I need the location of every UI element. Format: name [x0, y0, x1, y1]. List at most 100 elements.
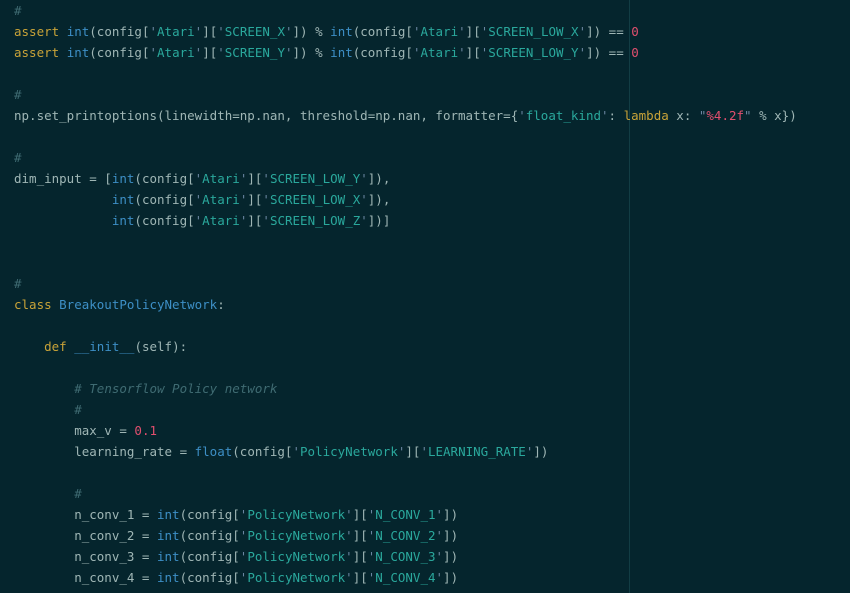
code-token: %4.2f — [706, 108, 745, 123]
code-token: assert — [14, 45, 67, 60]
code-token: learning_rate = — [14, 444, 195, 459]
code-token: ' — [345, 549, 353, 564]
code-line[interactable]: # — [14, 0, 22, 21]
code-token: ' — [345, 528, 353, 543]
code-token: ][ — [247, 213, 263, 228]
code-token: ' — [458, 24, 466, 39]
code-token: Atari — [157, 24, 195, 39]
code-line[interactable]: # Tensorflow Policy network — [14, 378, 277, 399]
code-token: n_conv_3 = — [14, 549, 157, 564]
code-line[interactable]: int(config['Atari']['SCREEN_LOW_X']), — [14, 189, 391, 210]
column-ruler — [629, 0, 630, 593]
code-token: ])] — [367, 213, 391, 228]
code-token: ][ — [465, 45, 481, 60]
code-token: (config[ — [232, 444, 293, 459]
code-token: ' — [345, 570, 353, 585]
code-editor[interactable]: # assert int(config['Atari']['SCREEN_X'])… — [0, 0, 850, 593]
code-token: ]) — [443, 549, 459, 564]
code-token: ' — [435, 507, 444, 522]
code-token: ' — [412, 24, 421, 39]
code-line[interactable]: class BreakoutPolicyNetwork: — [14, 294, 225, 315]
code-token: N_CONV_1 — [375, 507, 436, 522]
code-line[interactable]: n_conv_4 = int(config['PolicyNetwork']['… — [14, 567, 458, 588]
code-token: max_v = — [14, 423, 135, 438]
code-token: ]) == — [586, 24, 632, 39]
code-token: int — [111, 192, 135, 207]
code-token: int — [66, 45, 90, 60]
code-token: ][ — [247, 171, 263, 186]
code-token: # — [74, 402, 82, 417]
code-line[interactable]: n_conv_2 = int(config['PolicyNetwork']['… — [14, 525, 458, 546]
code-token: n_conv_4 = — [14, 570, 157, 585]
code-token: 0.1 — [134, 423, 157, 438]
code-token: n_conv_1 = — [14, 507, 157, 522]
code-token: ][ — [247, 192, 263, 207]
code-line[interactable]: # — [14, 399, 82, 420]
code-line[interactable]: max_v = 0.1 — [14, 420, 157, 441]
code-line[interactable]: dim_input = [int(config['Atari']['SCREEN… — [14, 168, 390, 189]
code-token: PolicyNetwork — [247, 549, 346, 564]
code-token: BreakoutPolicyNetwork — [59, 297, 218, 312]
code-line[interactable]: np.set_printoptions(linewidth=np.nan, th… — [14, 105, 797, 126]
code-token: ' — [601, 108, 609, 123]
code-token: np.set_printoptions(linewidth=np.nan, th… — [14, 108, 519, 123]
code-token: ][ — [202, 45, 218, 60]
code-token: dim_input = [ — [14, 171, 112, 186]
code-token: (config[ — [179, 549, 240, 564]
code-token: n_conv_2 = — [14, 528, 157, 543]
code-line[interactable]: # — [14, 483, 82, 504]
code-token: lambda — [623, 108, 669, 123]
code-token: ' — [435, 570, 444, 585]
code-line[interactable]: assert int(config['Atari']['SCREEN_X']) … — [14, 21, 639, 42]
code-line[interactable]: int(config['Atari']['SCREEN_LOW_Z'])] — [14, 210, 391, 231]
code-token: ' — [217, 45, 225, 60]
code-token: # — [14, 150, 22, 165]
code-token: int — [157, 528, 180, 543]
code-token: SCREEN_Y — [224, 45, 285, 60]
code-line[interactable]: n_conv_1 = int(config['PolicyNetwork']['… — [14, 504, 458, 525]
code-line[interactable]: # — [14, 273, 22, 294]
code-line[interactable]: # — [14, 147, 22, 168]
code-token: # — [14, 3, 22, 18]
code-line[interactable]: learning_rate = float(config['PolicyNetw… — [14, 441, 548, 462]
code-token: (config[ — [179, 528, 240, 543]
code-token: ][ — [352, 570, 368, 585]
code-token: ' — [518, 108, 526, 123]
code-token: ]) — [533, 444, 549, 459]
code-token: ' — [458, 45, 466, 60]
code-line[interactable]: n_conv_3 = int(config['PolicyNetwork']['… — [14, 546, 458, 567]
code-token: LEARNING_RATE — [427, 444, 526, 459]
code-token: SCREEN_LOW_Z — [269, 213, 361, 228]
code-token: ' — [292, 444, 301, 459]
code-token: ' — [149, 45, 158, 60]
code-token: ' — [412, 45, 421, 60]
code-token: Atari — [420, 45, 459, 60]
code-line[interactable]: # — [14, 84, 22, 105]
code-line[interactable]: assert int(config['Atari']['SCREEN_Y']) … — [14, 42, 639, 63]
code-token: int — [111, 171, 135, 186]
code-token: ' — [262, 192, 270, 207]
code-token: int — [330, 24, 353, 39]
code-token: ]) — [443, 507, 459, 522]
code-token: int — [66, 24, 90, 39]
code-token: ' — [262, 213, 270, 228]
code-token: ][ — [405, 444, 421, 459]
code-token: Atari — [157, 45, 195, 60]
code-token: N_CONV_2 — [375, 528, 436, 543]
code-token: (config[ — [352, 24, 413, 39]
code-token: PolicyNetwork — [247, 528, 346, 543]
code-token: " — [744, 108, 752, 123]
code-token: ][ — [352, 549, 368, 564]
code-token: (config[ — [352, 45, 413, 60]
code-token: SCREEN_LOW_X — [269, 192, 361, 207]
code-line[interactable]: def __init__(self): — [14, 336, 187, 357]
code-token: ' — [435, 549, 444, 564]
code-token: (config[ — [179, 570, 240, 585]
code-token: ' — [262, 171, 270, 186]
code-token: ' — [435, 528, 444, 543]
